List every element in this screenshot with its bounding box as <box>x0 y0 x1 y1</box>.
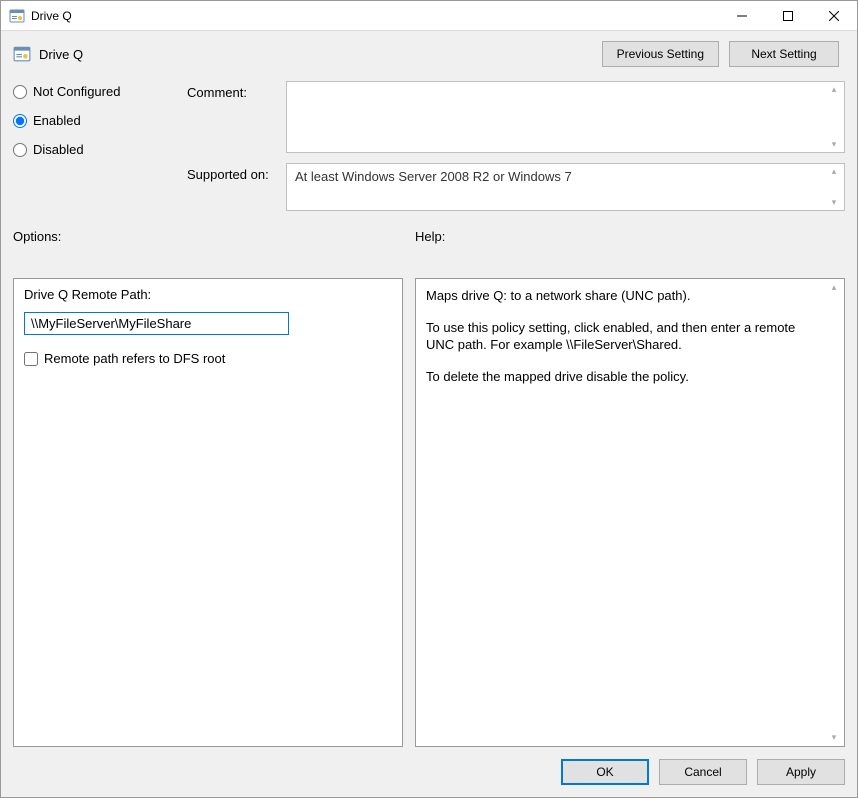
radio-enabled[interactable]: Enabled <box>13 113 183 128</box>
config-section: Not Configured Enabled Disabled Comment:… <box>13 81 845 211</box>
comment-scrollbar[interactable]: ▴▾ <box>826 84 842 150</box>
radio-disabled[interactable]: Disabled <box>13 142 183 157</box>
help-scrollbar[interactable]: ▴▾ <box>826 282 842 743</box>
minimize-button[interactable] <box>719 1 765 31</box>
next-setting-button[interactable]: Next Setting <box>729 41 839 67</box>
titlebar: Drive Q <box>1 1 857 31</box>
window-controls <box>719 1 857 30</box>
cancel-button[interactable]: Cancel <box>659 759 747 785</box>
help-p1: Maps drive Q: to a network share (UNC pa… <box>426 287 826 305</box>
options-label: Options: <box>13 229 403 244</box>
radio-disabled-label: Disabled <box>33 142 84 157</box>
radio-enabled-input[interactable] <box>13 114 27 128</box>
radio-not-configured-input[interactable] <box>13 85 27 99</box>
supported-on-label: Supported on: <box>187 163 282 182</box>
policy-header-icon <box>13 45 31 63</box>
help-p2: To use this policy setting, click enable… <box>426 319 826 354</box>
footer-buttons: OK Cancel Apply <box>13 747 845 785</box>
policy-icon <box>9 8 25 24</box>
supported-on-text: At least Windows Server 2008 R2 or Windo… <box>295 169 572 184</box>
comment-field[interactable]: ▴▾ <box>286 81 845 153</box>
remote-path-label: Drive Q Remote Path: <box>24 287 392 302</box>
supported-scrollbar: ▴▾ <box>826 166 842 208</box>
header-row: Drive Q Previous Setting Next Setting <box>13 41 845 67</box>
help-label: Help: <box>415 229 845 244</box>
maximize-button[interactable] <box>765 1 811 31</box>
apply-button[interactable]: Apply <box>757 759 845 785</box>
remote-path-input[interactable] <box>24 312 289 335</box>
help-p3: To delete the mapped drive disable the p… <box>426 368 826 386</box>
close-button[interactable] <box>811 1 857 31</box>
ok-button[interactable]: OK <box>561 759 649 785</box>
radio-not-configured[interactable]: Not Configured <box>13 84 183 99</box>
policy-title: Drive Q <box>39 47 83 62</box>
dfs-checkbox[interactable] <box>24 352 38 366</box>
options-pane: Drive Q Remote Path: Remote path refers … <box>13 278 403 747</box>
comment-label: Comment: <box>187 81 282 100</box>
supported-on-field: At least Windows Server 2008 R2 or Windo… <box>286 163 845 211</box>
previous-setting-button[interactable]: Previous Setting <box>602 41 719 67</box>
radio-not-configured-label: Not Configured <box>33 84 120 99</box>
dfs-checkbox-label: Remote path refers to DFS root <box>44 351 225 366</box>
radio-disabled-input[interactable] <box>13 143 27 157</box>
dfs-checkbox-row[interactable]: Remote path refers to DFS root <box>24 351 392 366</box>
content-area: Drive Q Previous Setting Next Setting No… <box>1 31 857 797</box>
radio-enabled-label: Enabled <box>33 113 81 128</box>
state-radios: Not Configured Enabled Disabled <box>13 81 183 157</box>
help-text: Maps drive Q: to a network share (UNC pa… <box>426 287 826 385</box>
window-title: Drive Q <box>31 9 72 23</box>
help-pane: Maps drive Q: to a network share (UNC pa… <box>415 278 845 747</box>
